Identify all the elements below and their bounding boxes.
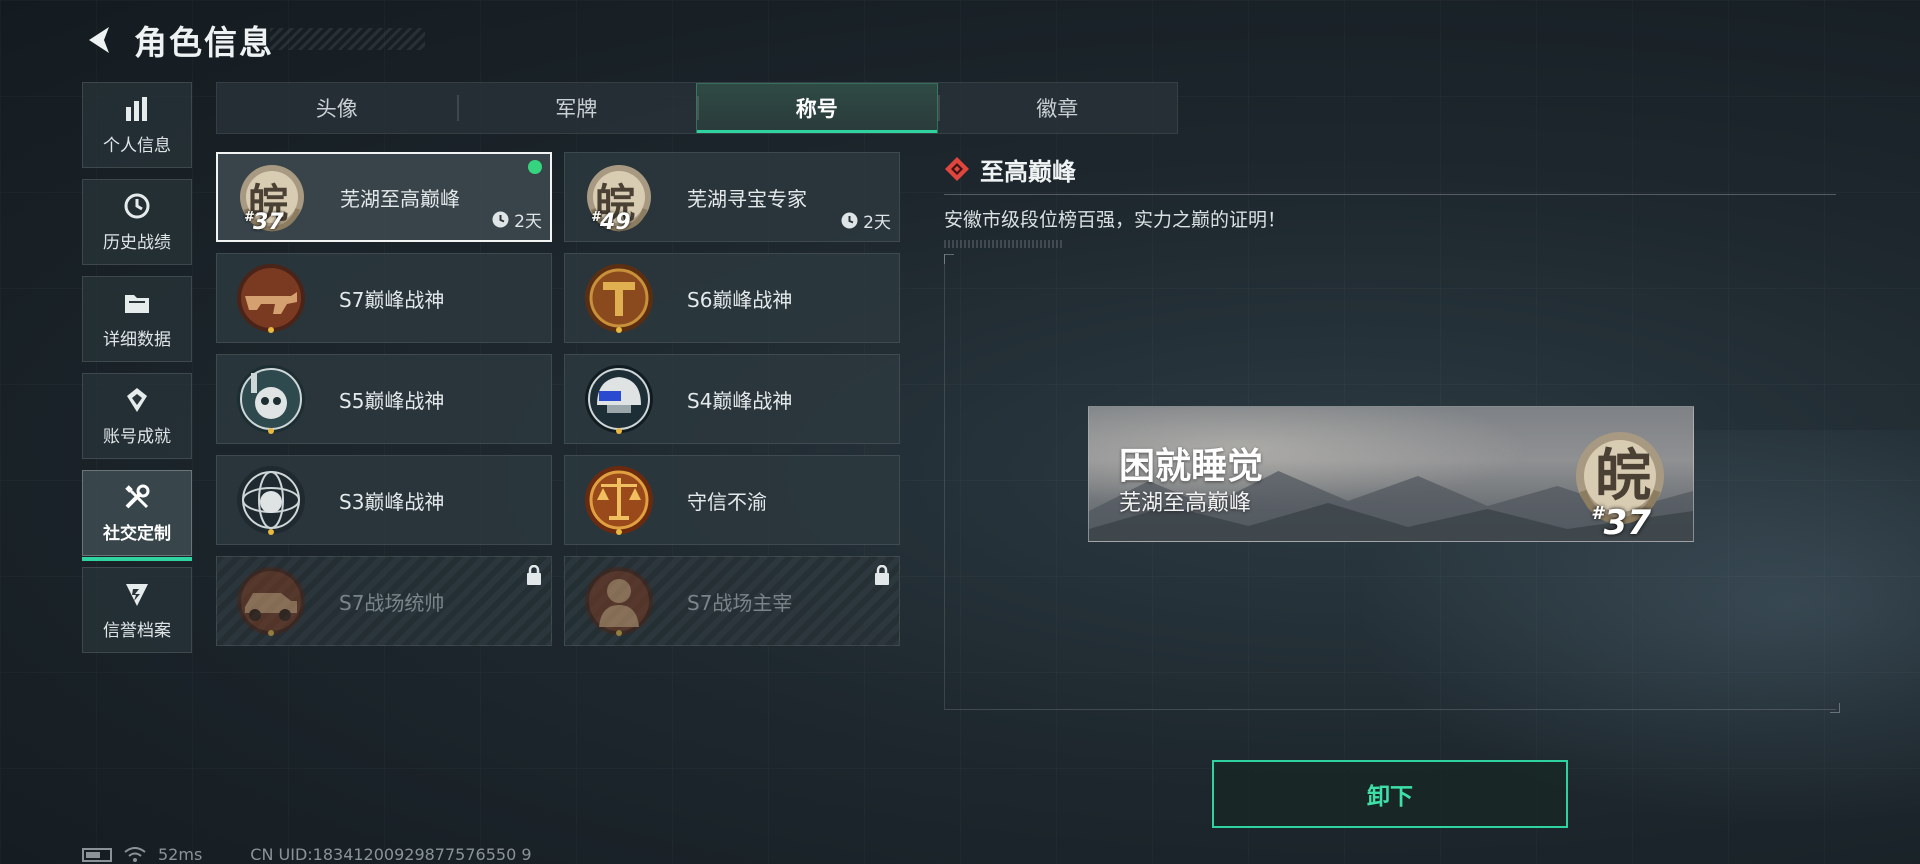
ping-value: 52ms xyxy=(158,845,203,864)
scales-emblem-icon xyxy=(579,460,659,540)
sidebar-item-personal-info[interactable]: 个人信息 xyxy=(82,82,192,168)
wan-emblem-icon: 皖 #37 xyxy=(232,157,312,237)
time-remaining: 2天 xyxy=(514,212,542,232)
tab-dogtag[interactable]: 军牌 xyxy=(456,83,697,133)
nameplate-badge-char: 皖 xyxy=(1595,443,1651,509)
tab-avatar[interactable]: 头像 xyxy=(217,83,457,133)
title-card-label: S5巅峰战神 xyxy=(339,388,445,413)
globe-skull-emblem-icon xyxy=(231,460,311,540)
nameplate-title: 芜湖至高巅峰 xyxy=(1119,491,1252,516)
nameplate-preview: 困就睡觉 芜湖至高巅峰 皖 #37 xyxy=(1088,406,1694,542)
tab-badge[interactable]: 徽章 xyxy=(937,83,1178,133)
sidebar-item-label: 详细数据 xyxy=(103,329,171,350)
detail-title: 至高巅峰 xyxy=(980,157,1076,186)
history-clock-icon xyxy=(123,192,151,220)
page-title: 角色信息 xyxy=(134,23,274,62)
bar-chart-icon xyxy=(123,95,151,123)
title-card-label: S7巅峰战神 xyxy=(339,287,445,312)
rifle-emblem-icon xyxy=(231,258,311,338)
sidebar-item-label: 个人信息 xyxy=(103,135,171,156)
lock-icon xyxy=(875,565,889,585)
title-card[interactable]: S5巅峰战神 xyxy=(216,354,552,444)
title-card-time: 2天 xyxy=(841,208,891,233)
shield-t-emblem-icon xyxy=(579,258,659,338)
title-card[interactable]: S7战场统帅 xyxy=(216,556,552,646)
unequip-button[interactable]: 卸下 xyxy=(1212,760,1568,828)
title-card-label: 芜湖至高巅峰 xyxy=(340,186,460,211)
header: 角色信息 xyxy=(80,18,274,62)
sidebar-item-social-custom[interactable]: 社交定制 xyxy=(82,470,192,561)
frame-corner xyxy=(944,254,954,264)
sidebar-item-achievements[interactable]: 账号成就 xyxy=(82,373,192,459)
tab-bar: 头像 军牌 称号 徽章 xyxy=(216,82,1178,134)
title-card-label: 守信不渝 xyxy=(687,489,767,514)
achievement-icon xyxy=(123,386,151,414)
detail-header: 至高巅峰 xyxy=(944,152,1836,186)
clock-icon xyxy=(841,212,858,229)
emblem-number: #49 xyxy=(591,210,631,235)
clock-icon xyxy=(492,211,509,228)
folder-icon xyxy=(123,289,151,317)
title-card[interactable]: S7巅峰战神 xyxy=(216,253,552,343)
battery-icon xyxy=(82,847,112,862)
back-button[interactable] xyxy=(80,20,120,60)
title-card[interactable]: S4巅峰战神 xyxy=(564,354,900,444)
title-card-label: S6巅峰战神 xyxy=(687,287,793,312)
title-grid: 皖 #37 芜湖至高巅峰 2天 皖 #49 芜湖寻宝专家 2天 S7巅峰战神 S… xyxy=(216,152,900,646)
title-card[interactable]: S3巅峰战神 xyxy=(216,455,552,545)
sidebar-item-label: 账号成就 xyxy=(103,426,171,447)
time-remaining: 2天 xyxy=(863,213,891,233)
title-card[interactable]: S7战场主宰 xyxy=(564,556,900,646)
uid-text: CN UID:18341200929877576550 9 xyxy=(250,845,532,864)
frame-corner xyxy=(1830,703,1840,713)
lock-icon xyxy=(527,565,541,585)
title-card[interactable]: S6巅峰战神 xyxy=(564,253,900,343)
title-detail-panel: 至高巅峰 安徽市级段位榜百强，实力之巅的证明！ xyxy=(944,152,1836,248)
title-card-label: S7战场统帅 xyxy=(339,590,445,615)
emblem-number: #37 xyxy=(244,210,284,235)
sidebar-item-credit[interactable]: 信誉档案 xyxy=(82,567,192,653)
nameplate-player-name: 困就睡觉 xyxy=(1119,446,1264,487)
wifi-icon xyxy=(124,846,146,862)
sidebar-item-history[interactable]: 历史战绩 xyxy=(82,179,192,265)
wan-emblem-icon: 皖 #49 xyxy=(579,157,659,237)
wrench-screwdriver-icon xyxy=(123,483,151,511)
description-decoration xyxy=(944,240,1064,248)
sidebar: 个人信息 历史战绩 详细数据 账号成就 社交定制 信誉档案 xyxy=(82,82,192,664)
title-card-label: S4巅峰战神 xyxy=(687,388,793,413)
nightvision-helmet-emblem-icon xyxy=(579,359,659,439)
title-card[interactable]: 皖 #49 芜湖寻宝专家 2天 xyxy=(564,152,900,242)
sidebar-item-label: 社交定制 xyxy=(103,523,171,544)
title-card-label: 芜湖寻宝专家 xyxy=(687,186,807,211)
title-card-label: S7战场主宰 xyxy=(687,590,793,615)
equipped-indicator xyxy=(528,160,542,174)
vehicle-emblem-icon xyxy=(231,561,311,641)
status-bar: 52ms CN UID:18341200929877576550 9 xyxy=(82,845,532,864)
title-card[interactable]: 守信不渝 xyxy=(564,455,900,545)
sidebar-item-label: 历史战绩 xyxy=(103,232,171,253)
title-card-time: 2天 xyxy=(492,207,542,232)
detail-description: 安徽市级段位榜百强，实力之巅的证明！ xyxy=(944,209,1287,231)
credit-shield-icon xyxy=(123,580,151,608)
diamond-icon xyxy=(945,157,969,181)
back-arrow-icon xyxy=(89,27,109,53)
title-card-label: S3巅峰战神 xyxy=(339,489,445,514)
title-card[interactable]: 皖 #37 芜湖至高巅峰 2天 xyxy=(216,152,552,242)
sidebar-item-label: 信誉档案 xyxy=(103,620,171,641)
detail-divider xyxy=(944,194,1836,195)
nameplate-badge-number: #37 xyxy=(1591,503,1651,542)
title-decoration xyxy=(270,28,425,50)
diver-skull-emblem-icon xyxy=(231,359,311,439)
soldier-emblem-icon xyxy=(579,561,659,641)
sidebar-item-detailed-data[interactable]: 详细数据 xyxy=(82,276,192,362)
tab-title[interactable]: 称号 xyxy=(696,83,938,133)
